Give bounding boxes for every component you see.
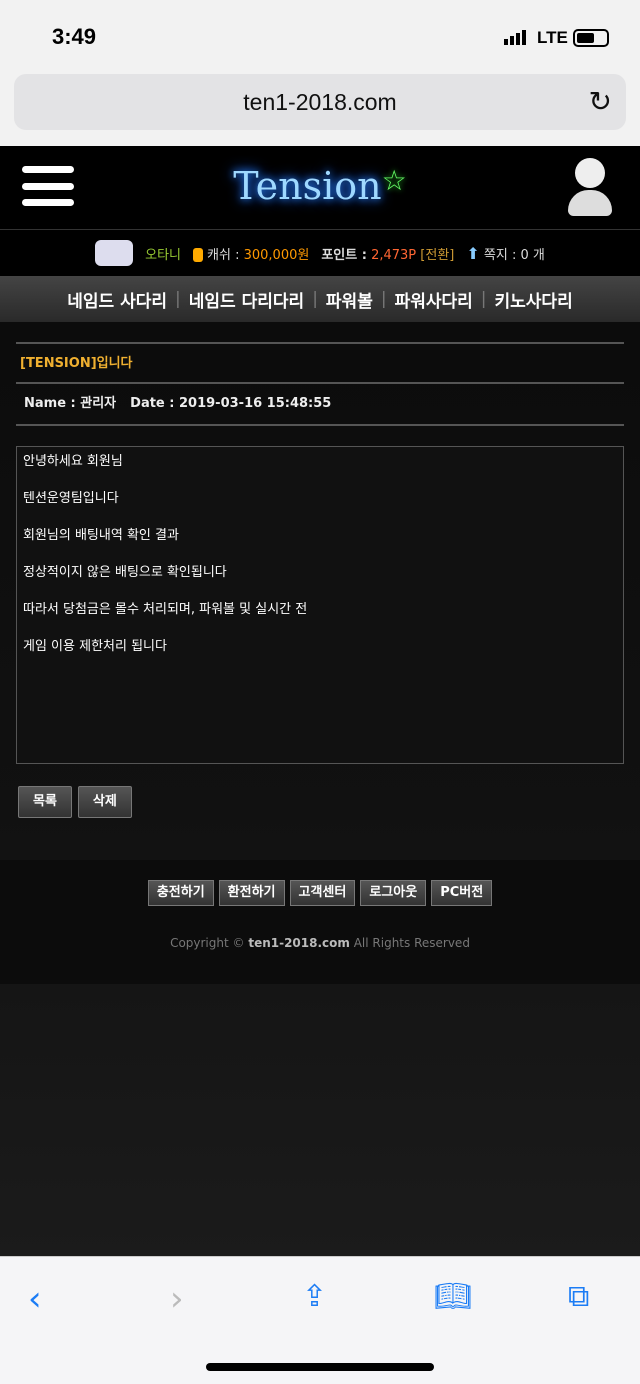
user-icon[interactable] [568, 158, 612, 218]
post-date: Date : 2019-03-16 15:48:55 [130, 396, 332, 411]
coin-icon [193, 248, 204, 262]
clock: 3:49 [52, 24, 97, 49]
address-bar[interactable]: ten1-2018.com ↻ [14, 74, 626, 130]
logo-text: Tension [233, 164, 382, 208]
copyright-suffix: All Rights Reserved [349, 936, 470, 950]
copyright: Copyright © ten1-2018.com All Rights Res… [0, 936, 640, 950]
delete-button[interactable]: 삭제 [77, 786, 132, 818]
bookmarks-icon[interactable]: 📖︎ [434, 1279, 472, 1314]
content-line: 안녕하세요 회원님 [23, 454, 123, 469]
nav-power-ladder[interactable]: 파워사다리 [395, 287, 473, 312]
battery-icon [573, 29, 609, 47]
convert-link[interactable]: [전환] [420, 248, 454, 263]
content-line: 게임 이용 제한처리 됩니다 [23, 639, 167, 654]
copyright-site: ten1-2018.com [248, 936, 350, 950]
point-label: 포인트 : [321, 247, 367, 263]
network-label: LTE [537, 28, 568, 47]
site-footer: 충전하기 환전하기 고객센터 로그아웃 PC버전 Copyright © ten… [0, 860, 640, 984]
copyright-prefix: Copyright © [170, 936, 249, 950]
logo[interactable]: Tension☆ [0, 164, 640, 208]
content-line: 회원님의 배팅내역 확인 결과 [23, 528, 179, 543]
browser-toolbar: ‹ › ⇪ 📖︎ ⧉ [0, 1256, 640, 1384]
post-view: [TENSION]입니다 Name : 관리자 Date : 2019-03-16… [0, 322, 640, 818]
content-line: 정상적이지 않은 배팅으로 확인됩니다 [23, 565, 227, 580]
share-icon[interactable]: ⇪ [302, 1279, 327, 1314]
user-info-bar: 오타니 캐쉬 : 300,000원 포인트 : 2,473P [전환] ⬆ 쪽지… [0, 230, 640, 276]
nav-keno-ladder[interactable]: 키노사다리 [495, 287, 573, 312]
site-header: Tension☆ [0, 146, 640, 230]
nav-named-daridari[interactable]: 네임드 다리다리 [189, 287, 304, 312]
post-title: [TENSION]입니다 [16, 342, 624, 384]
site: Tension☆ 오타니 캐쉬 : 300,000원 포인트 : 2,473P … [0, 146, 640, 1256]
url-text: ten1-2018.com [243, 89, 397, 115]
support-button[interactable]: 고객센터 [289, 880, 356, 906]
content-line: 텐션운영팀입니다 [23, 491, 119, 506]
list-button[interactable]: 목록 [18, 786, 72, 818]
exchange-button[interactable]: 환전하기 [218, 880, 285, 906]
back-icon[interactable]: ‹ [28, 1279, 42, 1319]
memo-link[interactable]: 쪽지 : 0 개 [484, 248, 545, 263]
post-author: Name : 관리자 [24, 396, 117, 411]
username: 오타니 [145, 247, 182, 263]
logout-button[interactable]: 로그아웃 [360, 880, 427, 906]
level-icon [95, 240, 134, 266]
forward-icon[interactable]: › [170, 1279, 184, 1319]
cash-label: 캐쉬 : [207, 247, 240, 263]
game-nav: 네임드 사다리 | 네임드 다리다리 | 파워볼 | 파워사다리 | 키노사다리 [0, 276, 640, 322]
charge-button[interactable]: 충전하기 [147, 880, 214, 906]
home-indicator [206, 1363, 434, 1371]
content-line: 따라서 당첨금은 몰수 처리되며, 파워볼 및 실시간 전 [23, 602, 308, 617]
message-icon: ⬆ [466, 243, 480, 263]
status-bar: 3:49 LTE [0, 0, 640, 72]
star-icon: ☆ [381, 164, 407, 197]
signal-icon [504, 30, 526, 45]
post-meta: Name : 관리자 Date : 2019-03-16 15:48:55 [16, 384, 624, 426]
nav-powerball[interactable]: 파워볼 [326, 287, 373, 312]
nav-named-ladder[interactable]: 네임드 사다리 [67, 287, 167, 312]
post-content: 안녕하세요 회원님 텐션운영팀입니다 회원님의 배팅내역 확인 결과 정상적이지… [16, 446, 624, 764]
tabs-icon[interactable]: ⧉ [568, 1279, 589, 1314]
point-value: 2,473P [371, 247, 417, 263]
reload-icon[interactable]: ↻ [589, 74, 612, 130]
cash-value: 300,000원 [243, 247, 310, 263]
pc-version-button[interactable]: PC버전 [431, 880, 493, 906]
